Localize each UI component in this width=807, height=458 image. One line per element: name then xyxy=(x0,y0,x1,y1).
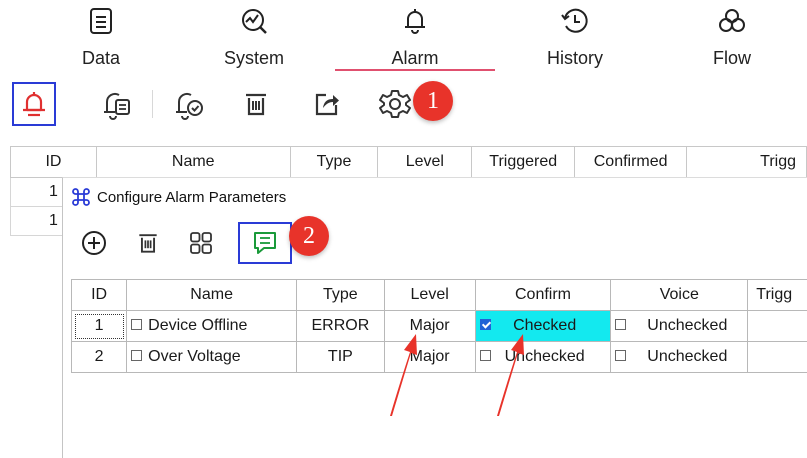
alarm-list-icon xyxy=(101,88,133,120)
nav-tab-label: Flow xyxy=(662,48,802,68)
column-header-id[interactable]: ID xyxy=(72,280,127,311)
nav-tab-label: Alarm xyxy=(345,48,485,68)
grid-view-icon xyxy=(188,230,214,256)
grid-view-button[interactable] xyxy=(182,224,220,262)
alarm-list-button[interactable] xyxy=(95,82,139,126)
dialog-title: Configure Alarm Parameters xyxy=(97,189,286,206)
column-header-confirm[interactable]: Confirm xyxy=(475,280,611,311)
alarm-parameters-table: ID Name Type Level Confirm Voice Trigg 1… xyxy=(71,279,807,373)
table-row[interactable]: 2 Over Voltage TIP Major Unchecked Unche… xyxy=(72,342,807,373)
column-header-trigger[interactable]: Trigg xyxy=(748,280,807,311)
document-list-icon xyxy=(86,6,116,36)
export-icon xyxy=(312,89,342,119)
message-icon xyxy=(251,229,279,257)
step-badge-1: 1 xyxy=(413,81,453,121)
settings-button[interactable] xyxy=(373,82,417,126)
message-button[interactable] xyxy=(238,222,292,264)
voice-label: Unchecked xyxy=(632,317,742,335)
main-navigation: Data System Alarm History Flo xyxy=(0,0,807,72)
column-header-name[interactable]: Name xyxy=(96,147,290,178)
row-type[interactable]: ERROR xyxy=(297,311,385,342)
row-trigger-cell[interactable] xyxy=(748,311,807,342)
voice-checkbox[interactable] xyxy=(615,350,626,361)
delete-button[interactable] xyxy=(234,82,278,126)
alarm-confirm-button[interactable] xyxy=(167,82,211,126)
alarm-confirm-icon xyxy=(173,88,205,120)
column-header-confirmed[interactable]: Confirmed xyxy=(575,147,687,178)
nav-tab-label: History xyxy=(505,48,645,68)
delete-icon xyxy=(241,89,271,119)
nav-tab-data[interactable]: Data xyxy=(31,0,171,72)
name-checkbox[interactable] xyxy=(131,350,142,361)
table-header-row: ID Name Type Level Confirm Voice Trigg xyxy=(72,280,807,311)
row-name-cell[interactable]: Over Voltage xyxy=(127,342,297,373)
column-header-id[interactable]: ID xyxy=(11,147,97,178)
delete-icon xyxy=(135,230,161,256)
nav-tab-alarm[interactable]: Alarm xyxy=(345,0,485,72)
column-header-voice[interactable]: Voice xyxy=(611,280,748,311)
row-name-cell[interactable]: Device Offline xyxy=(127,311,297,342)
column-header-triggered[interactable]: Triggered xyxy=(472,147,575,178)
row-id[interactable]: 2 xyxy=(72,342,127,373)
bell-alarm-icon xyxy=(19,89,49,119)
step-badge-2: 2 xyxy=(289,216,329,256)
nav-tab-system[interactable]: System xyxy=(184,0,324,72)
level-annotation-arrow xyxy=(380,330,420,420)
configure-alarm-dialog: Configure Alarm Parameters xyxy=(62,177,807,458)
table-row[interactable]: 1 Device Offline ERROR Major Checked Unc… xyxy=(72,311,807,342)
row-trigger-cell[interactable] xyxy=(748,342,807,373)
name-checkbox[interactable] xyxy=(131,319,142,330)
confirm-annotation-arrow xyxy=(487,330,527,420)
system-monitor-icon xyxy=(239,6,269,36)
column-header-type[interactable]: Type xyxy=(290,147,378,178)
column-header-name[interactable]: Name xyxy=(127,280,297,311)
row-voice-cell[interactable]: Unchecked xyxy=(611,342,748,373)
active-tab-underline xyxy=(335,69,495,71)
add-button[interactable] xyxy=(75,224,113,262)
toolbar-divider xyxy=(152,90,153,118)
table-header-row: ID Name Type Level Triggered Confirmed T… xyxy=(11,147,807,178)
add-circle-icon xyxy=(80,229,108,257)
alarm-toolbar: 1 xyxy=(0,78,807,134)
row-name: Over Voltage xyxy=(148,348,241,365)
voice-checkbox[interactable] xyxy=(615,319,626,330)
dialog-title-bar: Configure Alarm Parameters xyxy=(71,186,286,208)
row-voice-cell[interactable]: Unchecked xyxy=(611,311,748,342)
history-clock-icon xyxy=(560,6,590,36)
column-header-type[interactable]: Type xyxy=(297,280,385,311)
nav-tab-flow[interactable]: Flow xyxy=(662,0,802,72)
column-header-level[interactable]: Level xyxy=(378,147,472,178)
column-header-level[interactable]: Level xyxy=(384,280,475,311)
export-button[interactable] xyxy=(305,82,349,126)
flow-knot-icon xyxy=(717,6,747,36)
row-id[interactable]: 1 xyxy=(72,311,127,342)
bell-alarm-button[interactable] xyxy=(12,82,56,126)
delete-row-button[interactable] xyxy=(129,224,167,262)
confirm-checkbox[interactable] xyxy=(480,319,491,330)
row-type[interactable]: TIP xyxy=(297,342,385,373)
column-header-trigger[interactable]: Trigg xyxy=(687,147,807,178)
command-key-icon xyxy=(71,187,91,207)
voice-label: Unchecked xyxy=(632,348,742,366)
settings-gear-icon xyxy=(379,88,411,120)
nav-tab-label: System xyxy=(184,48,324,68)
bell-icon xyxy=(400,6,430,36)
row-name: Device Offline xyxy=(148,317,247,334)
nav-tab-history[interactable]: History xyxy=(505,0,645,72)
nav-tab-label: Data xyxy=(31,48,171,68)
